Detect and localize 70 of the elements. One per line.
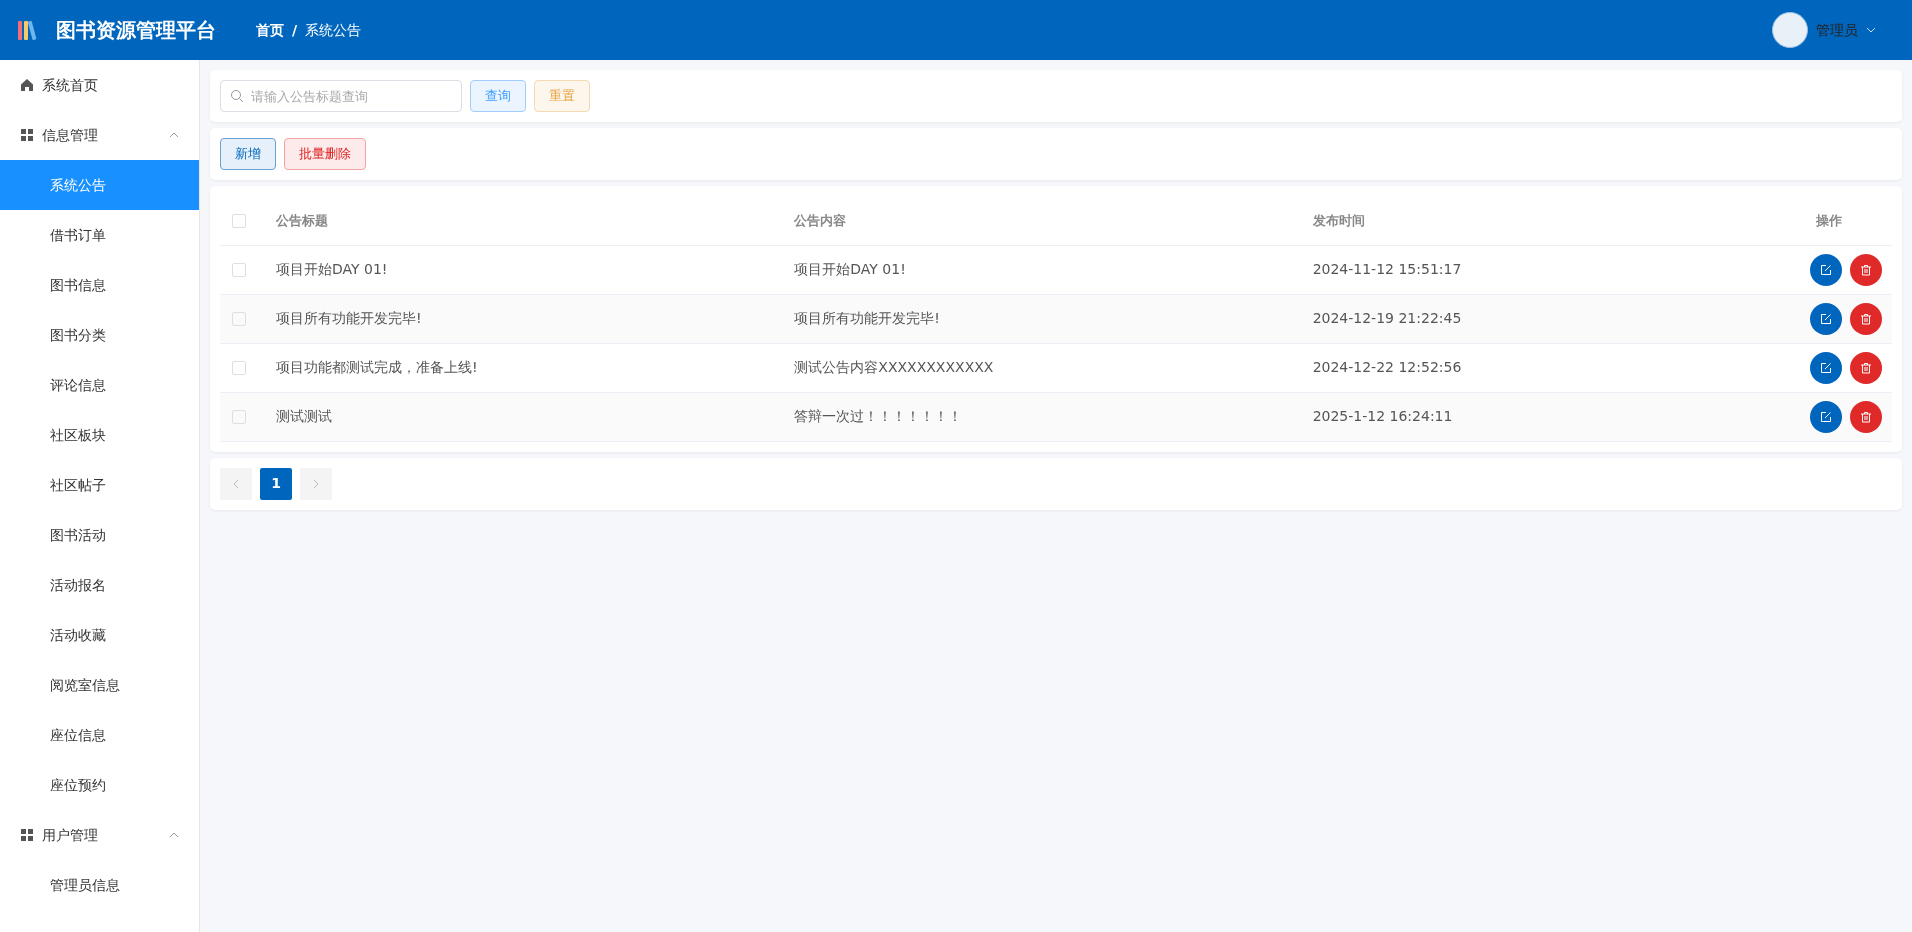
sidebar-item[interactable]: 管理员信息 xyxy=(0,860,199,910)
sidebar-item[interactable]: 图书活动 xyxy=(0,510,199,560)
page-button[interactable]: 1 xyxy=(260,467,292,500)
chevron-up-icon xyxy=(169,832,179,838)
sidebar-item[interactable]: 图书信息 xyxy=(0,260,199,310)
edit-button[interactable] xyxy=(1810,351,1842,384)
table-cell: 2024-12-22 12:52:56 xyxy=(1312,359,1462,375)
column-header: 公告内容 xyxy=(794,212,847,228)
grid-icon xyxy=(20,828,34,842)
table-cell: 项目开始DAY 01! xyxy=(276,261,388,277)
chevron-right-icon xyxy=(313,478,319,489)
sidebar-item[interactable]: 座位信息 xyxy=(0,710,199,760)
edit-button[interactable] xyxy=(1810,400,1842,433)
trash-icon xyxy=(1860,263,1872,276)
column-header: 发布时间 xyxy=(1312,212,1365,228)
checkbox[interactable] xyxy=(232,214,246,228)
sidebar-item[interactable]: 活动报名 xyxy=(0,560,199,610)
checkbox[interactable] xyxy=(232,410,246,424)
table-cell: 测试公告内容XXXXXXXXXXXX xyxy=(794,359,994,375)
batch-delete-button[interactable]: 批量删除 xyxy=(284,138,366,170)
checkbox[interactable] xyxy=(232,312,246,326)
column-header: 公告标题 xyxy=(276,212,328,228)
add-button[interactable]: 新增 xyxy=(220,138,276,170)
sidebar-item[interactable]: 活动收藏 xyxy=(0,610,199,660)
chevron-down-icon xyxy=(1866,27,1876,33)
edit-icon xyxy=(1820,410,1832,423)
table-cell: 2024-11-12 15:51:17 xyxy=(1312,261,1462,277)
delete-button[interactable] xyxy=(1850,400,1882,433)
sidebar-item[interactable]: 评论信息 xyxy=(0,360,199,410)
checkbox[interactable] xyxy=(232,263,246,277)
table-cell: 项目开始DAY 01! xyxy=(794,261,906,277)
sidebar-item[interactable]: 社区板块 xyxy=(0,410,199,460)
breadcrumb-item[interactable]: 首页 xyxy=(256,19,284,41)
edit-icon xyxy=(1820,361,1832,374)
sidebar-item[interactable]: 阅览室信息 xyxy=(0,660,199,710)
chevron-left-icon xyxy=(233,478,239,489)
sidebar-item[interactable]: 借书订单 xyxy=(0,210,199,260)
table-cell: 2024-12-19 21:22:45 xyxy=(1312,310,1462,326)
edit-button[interactable] xyxy=(1810,302,1842,335)
delete-button[interactable] xyxy=(1850,351,1882,384)
trash-icon xyxy=(1860,361,1872,374)
column-header: 操作 xyxy=(1816,212,1842,228)
app-title: 图书资源管理平台 xyxy=(56,17,216,44)
table-cell: 项目功能都测试完成，准备上线! xyxy=(276,359,478,375)
sidebar-group[interactable]: 信息管理 xyxy=(0,110,199,160)
edit-icon xyxy=(1820,312,1832,325)
sidebar-item[interactable]: 系统首页 xyxy=(0,60,199,110)
avatar xyxy=(1772,12,1808,48)
edit-icon xyxy=(1820,263,1832,276)
delete-button[interactable] xyxy=(1850,253,1882,286)
sidebar-group[interactable]: 用户管理 xyxy=(0,810,199,860)
search-field[interactable]: 请输入公告标题查询 xyxy=(220,80,462,112)
sidebar-item[interactable]: 座位预约 xyxy=(0,760,199,810)
table-cell: 2025-1-12 16:24:11 xyxy=(1312,408,1453,424)
breadcrumb-separator: / xyxy=(292,20,298,40)
breadcrumb-item: 系统公告 xyxy=(305,20,362,40)
checkbox[interactable] xyxy=(232,361,246,375)
trash-icon xyxy=(1860,312,1872,325)
sidebar-item[interactable]: 社区帖子 xyxy=(0,460,199,510)
delete-button[interactable] xyxy=(1850,302,1882,335)
home-icon xyxy=(20,78,34,92)
grid-icon xyxy=(20,128,34,142)
edit-button[interactable] xyxy=(1810,253,1842,286)
table-cell: 项目所有功能开发完毕! xyxy=(276,310,422,326)
sidebar-item[interactable]: 图书分类 xyxy=(0,310,199,360)
table-cell: 测试测试 xyxy=(276,408,332,424)
table-cell: 项目所有功能开发完毕! xyxy=(794,310,940,326)
chevron-up-icon xyxy=(169,132,179,138)
trash-icon xyxy=(1860,410,1872,423)
table-cell: 答辩一次过！！！！！！！ xyxy=(794,408,963,424)
